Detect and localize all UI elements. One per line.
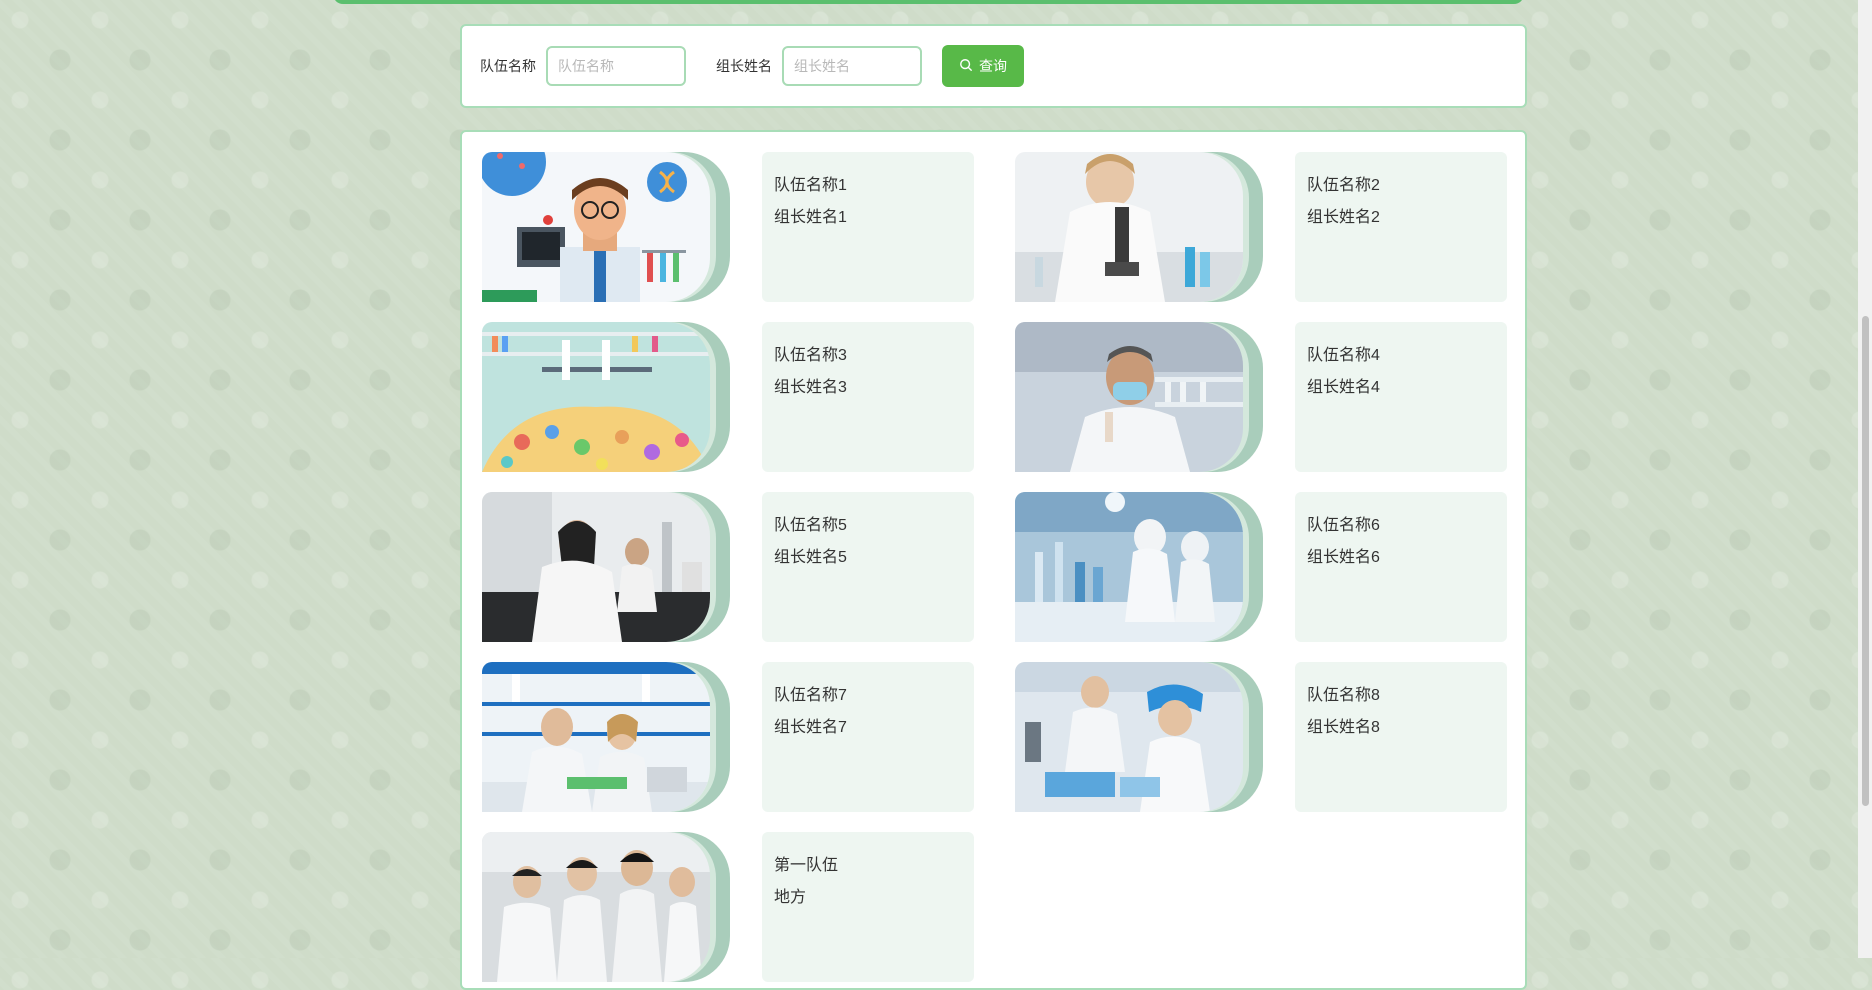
- team-photo-frame: [1015, 152, 1263, 302]
- leader-name: 组长姓名1: [774, 209, 847, 226]
- team-photo[interactable]: [1015, 322, 1243, 472]
- leader-name: 组长姓名3: [774, 379, 847, 396]
- team-info: 队伍名称2 组长姓名2: [1295, 152, 1507, 302]
- leader-name: 组长姓名6: [1307, 549, 1380, 566]
- leader-name: 组长姓名4: [1307, 379, 1380, 396]
- team-name: 队伍名称8: [1307, 687, 1380, 704]
- team-name-input[interactable]: [546, 46, 686, 86]
- team-info: 队伍名称5 组长姓名5: [762, 492, 974, 642]
- team-info: 队伍名称3 组长姓名3: [762, 322, 974, 472]
- search-icon: [959, 58, 973, 75]
- team-info: 队伍名称1 组长姓名1: [762, 152, 974, 302]
- team-card[interactable]: 队伍名称8 组长姓名8: [1015, 662, 1872, 812]
- team-photo-frame: [482, 152, 730, 302]
- header-strip: [333, 0, 1524, 4]
- team-name: 队伍名称6: [1307, 517, 1380, 534]
- leader-name: 组长姓名2: [1307, 209, 1380, 226]
- team-photo-frame: [1015, 322, 1263, 472]
- team-photo[interactable]: [482, 832, 710, 982]
- team-name: 队伍名称1: [774, 177, 847, 194]
- team-card[interactable]: 队伍名称6 组长姓名6: [1015, 492, 1872, 642]
- team-photo[interactable]: [1015, 662, 1243, 812]
- team-name: 队伍名称5: [774, 517, 847, 534]
- team-name-label: 队伍名称: [480, 58, 536, 74]
- team-info: 队伍名称7 组长姓名7: [762, 662, 974, 812]
- team-name: 队伍名称7: [774, 687, 847, 704]
- team-photo[interactable]: [1015, 152, 1243, 302]
- team-photo[interactable]: [1015, 492, 1243, 642]
- team-name: 第一队伍: [774, 857, 839, 874]
- leader-name-label: 组长姓名: [716, 58, 772, 74]
- team-photo[interactable]: [482, 662, 710, 812]
- leader-name-input[interactable]: [782, 46, 922, 86]
- team-info: 队伍名称4 组长姓名4: [1295, 322, 1507, 472]
- team-photo-frame: [482, 832, 730, 982]
- team-name: 队伍名称2: [1307, 177, 1380, 194]
- query-button[interactable]: 查询: [942, 45, 1024, 87]
- scrollbar-thumb[interactable]: [1862, 316, 1869, 806]
- team-name: 队伍名称3: [774, 347, 847, 364]
- leader-name: 地方: [774, 889, 807, 906]
- team-card[interactable]: 第一队伍 地方: [482, 832, 1482, 982]
- team-name: 队伍名称4: [1307, 347, 1380, 364]
- team-info: 队伍名称6 组长姓名6: [1295, 492, 1507, 642]
- team-card[interactable]: 队伍名称4 组长姓名4: [1015, 322, 1872, 472]
- leader-name: 组长姓名8: [1307, 719, 1380, 736]
- team-photo-frame: [482, 662, 730, 812]
- team-photo-frame: [1015, 492, 1263, 642]
- team-photo[interactable]: [482, 322, 710, 472]
- results-panel: 队伍名称1 组长姓名1 队伍名称2 组长姓名2 队伍名称3 组长姓名3 队伍名称…: [460, 130, 1527, 990]
- search-panel: 队伍名称 组长姓名 查询: [460, 24, 1527, 108]
- team-photo-frame: [482, 322, 730, 472]
- team-photo-frame: [1015, 662, 1263, 812]
- team-info: 第一队伍 地方: [762, 832, 974, 982]
- team-photo[interactable]: [482, 492, 710, 642]
- team-photo[interactable]: [482, 152, 710, 302]
- query-label: 查询: [979, 58, 1007, 74]
- team-info: 队伍名称8 组长姓名8: [1295, 662, 1507, 812]
- team-card[interactable]: 队伍名称2 组长姓名2: [1015, 152, 1872, 302]
- leader-name: 组长姓名7: [774, 719, 847, 736]
- leader-name: 组长姓名5: [774, 549, 847, 566]
- team-photo-frame: [482, 492, 730, 642]
